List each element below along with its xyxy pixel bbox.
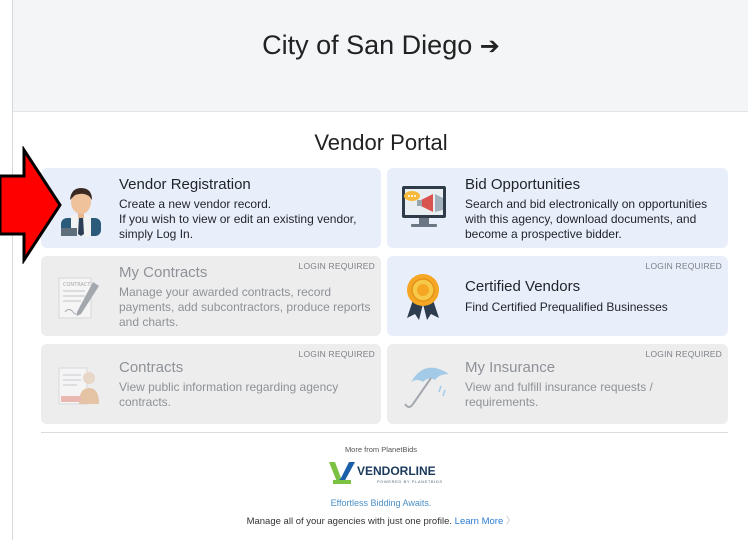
tile-description-line: Create a new vendor record. [119,197,272,211]
tile-description-line: Search and bid electronically on opportu… [465,197,708,211]
tile-description-line: If you wish to view or edit an existing … [119,212,357,226]
tile-description: Search and bid electronically on opportu… [465,197,707,242]
login-required-badge: LOGIN REQUIRED [298,349,375,359]
red-pointer-arrow-icon [0,146,62,264]
tile-description-line: and charts. [119,315,179,329]
tile-heading: Certified Vendors [465,278,581,295]
manage-text: Manage all of your agencies with just on… [246,516,453,527]
tile-description: Manage your awarded contracts, record pa… [119,285,370,330]
login-required-badge: LOGIN REQUIRED [645,349,722,359]
contracts-folder-icon [58,367,99,405]
tile-my-insurance[interactable]: LOGIN REQUIRED My Insurance View and ful… [387,344,728,424]
tile-heading: Contracts [119,359,184,376]
svg-text:CONTRACT: CONTRACT [63,282,91,288]
tile-description-line: Find Certified Prequalified Businesses [465,300,668,314]
tile-heading: My Insurance [465,359,556,376]
page-title: Vendor Portal [314,130,448,155]
tile-description-line: become a prospective bidder. [465,227,622,241]
vendorline-logo[interactable]: VENDORLINE POWERED BY PLANETBIDS [327,458,447,486]
logo-text: VENDORLINE [357,464,436,478]
agency-title-link[interactable]: City of San Diego ➔ [13,30,748,61]
login-required-badge: LOGIN REQUIRED [298,261,375,271]
portal-page: City of San Diego ➔ Vendor Portal Vendor… [12,0,748,540]
chevron-right-icon: 〉 [505,516,516,527]
agency-title-text: City of San Diego [262,30,473,60]
manage-agencies-line: Manage all of your agencies with just on… [13,513,748,527]
tile-heading: Vendor Registration [119,176,251,193]
bid-monitor-icon [402,186,446,227]
tile-description: Find Certified Prequalified Businesses [465,300,668,315]
tile-description-line: payments, add subcontractors, produce re… [119,300,371,314]
header-band: City of San Diego ➔ [13,0,748,112]
contract-document-icon: CONTRACT [58,277,99,319]
learn-more-link[interactable]: Learn More [455,516,504,527]
tile-description-line: Manage your awarded contracts, record [119,285,332,299]
tile-certified-vendors[interactable]: LOGIN REQUIRED Certified Vendors Find Ce… [387,256,728,336]
tile-description-line: contracts. [119,395,172,409]
tile-description: View public information regarding agency… [119,380,338,410]
logo-subtext: POWERED BY PLANETBIDS [377,479,443,484]
award-medal-icon [407,274,439,320]
tile-vendor-registration[interactable]: Vendor Registration Create a new vendor … [41,168,381,248]
footer-divider [41,432,728,433]
tile-description-line: View and fulfill insurance requests / [465,380,653,394]
tile-description: View and fulfill insurance requests / re… [465,380,653,410]
tile-description-line: View public information regarding agency [119,380,339,394]
tile-heading: My Contracts [119,264,208,281]
arrow-right-icon: ➔ [479,32,500,60]
umbrella-icon [404,367,449,408]
tile-heading: Bid Opportunities [465,176,581,193]
tile-my-contracts[interactable]: LOGIN REQUIRED CONTRACT My Contracts Man… [41,256,381,336]
tile-contracts[interactable]: LOGIN REQUIRED Contracts View public inf… [41,344,381,424]
login-required-badge: LOGIN REQUIRED [645,261,722,271]
tile-bid-opportunities[interactable]: Bid Opportunities Search and bid electro… [387,168,728,248]
tagline: Effortless Bidding Awaits. [330,498,432,508]
tile-description-line: requirements. [465,395,539,409]
more-from-label: More from PlanetBids [344,445,418,454]
tile-description-line: simply Log In. [119,227,194,241]
tile-description: Create a new vendor record. If you wish … [119,197,356,242]
tile-description-line: with this agency, download documents, an… [465,212,697,226]
